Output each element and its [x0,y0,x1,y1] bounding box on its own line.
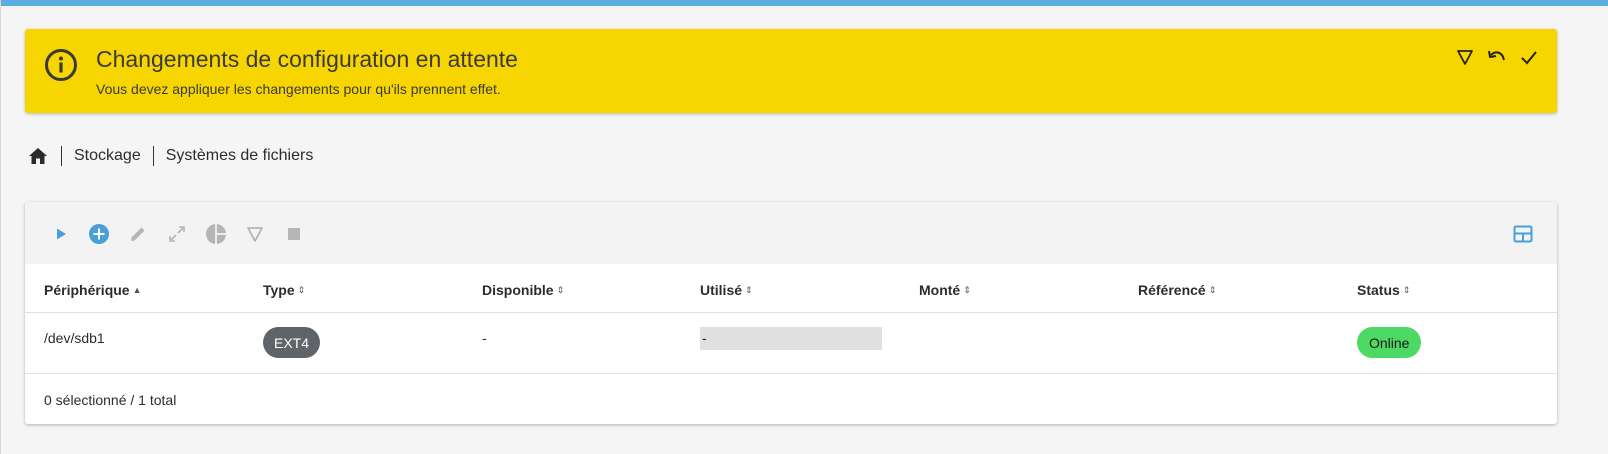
col-label: Périphérique [44,282,130,298]
pie-chart-icon[interactable] [205,223,227,245]
alert-actions [1455,46,1539,68]
alert-title: Changements de configuration en attente [96,46,518,72]
pending-changes-alert: Changements de configuration en attente … [25,29,1557,113]
filter-icon[interactable] [244,223,266,245]
breadcrumb-filesystems[interactable]: Systèmes de fichiers [166,147,314,165]
selection-summary: 0 sélectionné / 1 total [44,392,177,408]
status-badge: Online [1357,327,1422,358]
col-referenced[interactable]: Référencé ⇕ [1138,282,1216,298]
col-mounted[interactable]: Monté ⇕ [919,282,971,298]
sort-icon: ⇕ [1208,284,1217,295]
breadcrumb: Stockage Systèmes de fichiers [27,144,313,168]
sort-icon: ⇕ [297,284,306,295]
col-used[interactable]: Utilisé ⇕ [700,282,753,298]
col-type[interactable]: Type ⇕ [263,282,305,298]
type-badge: EXT4 [263,327,321,358]
alert-message: Vous devez appliquer les changements pou… [96,81,501,97]
pencil-icon[interactable] [127,223,149,245]
toolbar [25,202,1557,264]
table-layout-icon[interactable] [1513,224,1533,244]
sort-icon: ⇕ [556,284,565,295]
breadcrumb-storage[interactable]: Stockage [74,147,141,165]
usage-bar: - [700,327,882,350]
col-label: Type [263,282,295,298]
expand-icon[interactable] [166,223,188,245]
col-available[interactable]: Disponible ⇕ [482,282,564,298]
col-device[interactable]: Périphérique ▲ [44,282,142,298]
cell-available: - [482,330,487,346]
add-circle-icon[interactable] [88,223,110,245]
info-icon [43,47,79,83]
col-label: Disponible [482,282,554,298]
breadcrumb-separator [61,146,62,166]
sort-icon: ⇕ [963,284,971,295]
play-icon[interactable] [50,223,72,245]
filesystems-card: Périphérique ▲ Type ⇕ Disponible ⇕ Utilisé ⇕… [25,202,1557,424]
filter-icon[interactable] [1455,46,1475,68]
check-icon[interactable] [1519,46,1539,68]
home-icon[interactable] [27,145,49,167]
cell-device: /dev/sdb1 [44,330,105,346]
table-row[interactable]: /dev/sdb1 EXT4 - - Online [25,313,1557,374]
breadcrumb-separator [152,146,154,166]
col-label: Status [1357,282,1400,298]
col-status[interactable]: Status ⇕ [1357,282,1410,298]
sort-icon: ⇕ [1402,284,1411,295]
sort-icon: ⇕ [745,284,753,295]
col-label: Utilisé [700,282,743,298]
undo-icon[interactable] [1487,46,1507,68]
sort-asc-icon: ▲ [132,284,142,295]
col-label: Monté [919,282,961,298]
col-label: Référencé [1138,282,1206,298]
top-accent-bar [1,0,1608,6]
table-header: Périphérique ▲ Type ⇕ Disponible ⇕ Utilisé ⇕… [25,264,1557,313]
stop-icon[interactable] [283,223,305,245]
